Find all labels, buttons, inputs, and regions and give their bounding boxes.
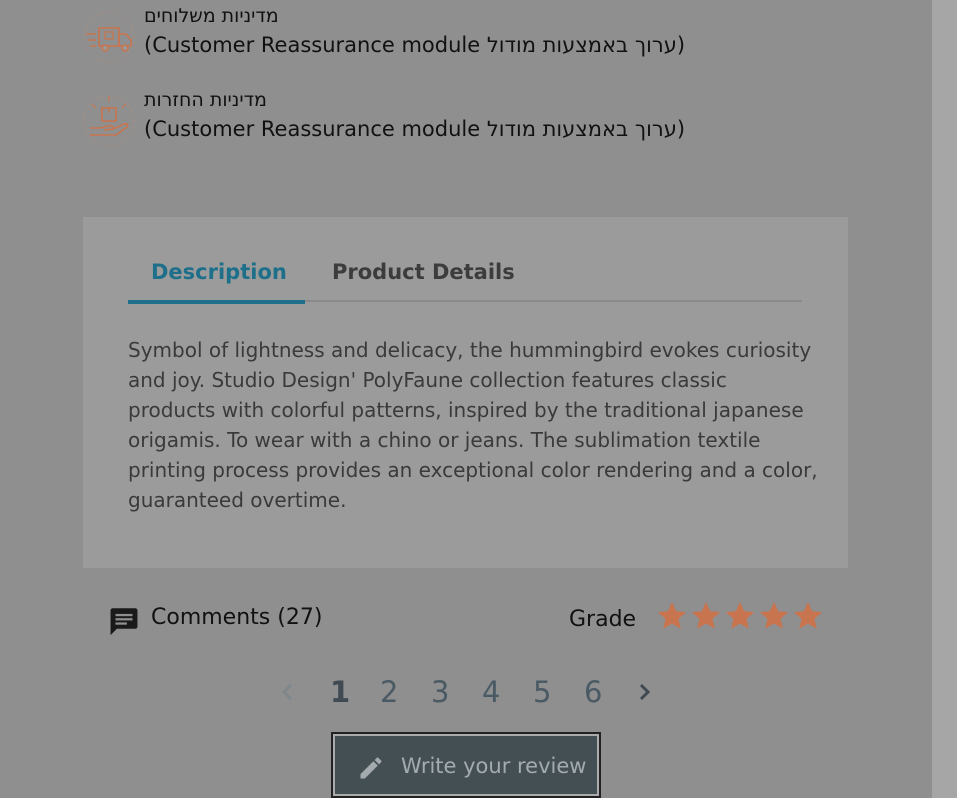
product-tabs-panel: Description Product Details Symbol of li… <box>83 217 848 568</box>
reassurance-title: מדיניות משלוחים <box>144 5 279 27</box>
comments-count-label[interactable]: Comments (27) <box>151 602 322 634</box>
grade-label: Grade <box>569 607 637 632</box>
write-review-button[interactable]: Write your review <box>331 732 601 798</box>
chevron-right-icon[interactable] <box>632 680 656 704</box>
write-review-label: Write your review <box>401 754 587 778</box>
reassurance-returns: מדיניות החזרות (ערוך באמצעות מודול Custo… <box>82 88 722 148</box>
page-link-6[interactable]: 6 <box>584 672 602 712</box>
star-icon <box>723 599 757 633</box>
reassurance-description: (ערוך באמצעות מודול Customer Reassurance… <box>144 33 686 57</box>
page-link-4[interactable]: 4 <box>482 672 500 712</box>
reassurance-title: מדיניות החזרות <box>144 89 267 111</box>
grade-stars <box>655 599 825 635</box>
page-right-edge <box>932 0 957 798</box>
comment-icon <box>107 604 141 638</box>
reassurance-shipping: מדיניות משלוחים (ערוך באמצעות מודול Cust… <box>82 4 722 64</box>
star-icon <box>655 599 689 633</box>
reassurance-description: (ערוך באמצעות מודול Customer Reassurance… <box>144 117 686 141</box>
tab-product-details[interactable]: Product Details <box>332 257 515 287</box>
page-link-1[interactable]: 1 <box>330 672 350 712</box>
page-link-2[interactable]: 2 <box>380 672 398 712</box>
star-icon <box>757 599 791 633</box>
star-icon <box>689 599 723 633</box>
page-link-3[interactable]: 3 <box>431 672 449 712</box>
product-description-text: Symbol of lightness and delicacy, the hu… <box>128 338 818 512</box>
return-box-hand-icon <box>82 94 136 148</box>
delivery-truck-icon <box>82 10 136 64</box>
comments-pagination: 1 2 3 4 5 6 <box>270 672 670 712</box>
chevron-left-icon[interactable] <box>276 680 300 704</box>
active-tab-indicator <box>128 300 305 304</box>
star-icon <box>791 599 825 633</box>
tab-description[interactable]: Description <box>151 257 287 287</box>
pencil-icon <box>357 754 385 782</box>
page-link-5[interactable]: 5 <box>533 672 551 712</box>
